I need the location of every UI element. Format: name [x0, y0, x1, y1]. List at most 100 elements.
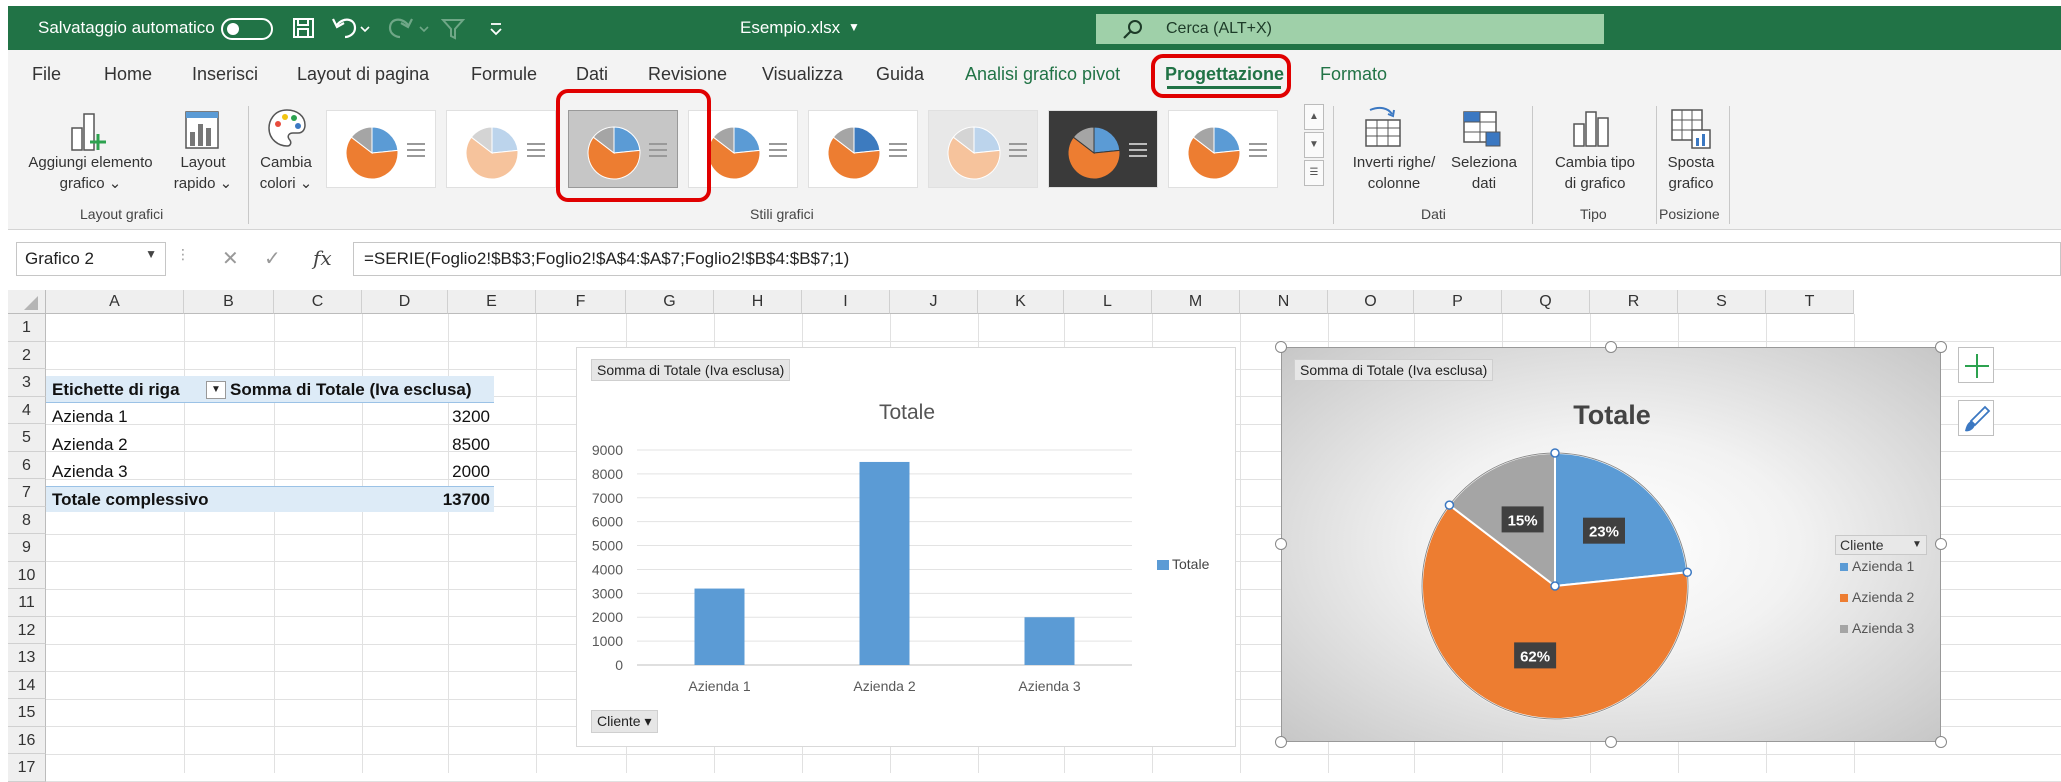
row-header[interactable]: 5 — [8, 424, 46, 452]
chart-style-thumbnail[interactable] — [1048, 110, 1158, 188]
pie-chart[interactable]: Somma di Totale (Iva esclusa) Totale 23%… — [1281, 347, 1941, 742]
column-header[interactable]: K — [978, 290, 1064, 314]
pie-data-label[interactable]: 15% — [1508, 512, 1538, 529]
row-header[interactable]: 3 — [8, 369, 46, 397]
cancel-icon[interactable]: ✕ — [222, 246, 239, 271]
chart-style-thumbnail[interactable] — [808, 110, 918, 188]
customize-toolbar-icon[interactable] — [488, 21, 504, 37]
series-selection-handle[interactable] — [1444, 500, 1455, 510]
row-header[interactable]: 13 — [8, 644, 46, 672]
column-header[interactable]: O — [1328, 290, 1414, 314]
gallery-scroll-up-button[interactable]: ▲ — [1304, 104, 1324, 130]
formula-input[interactable]: =SERIE(Foglio2!$B$3;Foglio2!$A$4:$A$7;Fo… — [353, 242, 2061, 276]
bar[interactable] — [1024, 617, 1075, 665]
bar[interactable] — [694, 588, 745, 665]
column-header[interactable]: N — [1240, 290, 1328, 314]
autosave-toggle[interactable] — [221, 18, 273, 40]
column-header[interactable]: L — [1064, 290, 1152, 314]
tab-insert[interactable]: Inserisci — [192, 64, 258, 85]
pivot-row-label[interactable]: Azienda 2 — [52, 435, 128, 455]
row-header[interactable]: 17 — [8, 754, 46, 782]
row-header[interactable]: 1 — [8, 314, 46, 342]
axis-field-button-cliente[interactable]: Cliente ▾ — [591, 710, 658, 733]
pivot-total-label[interactable]: Totale complessivo — [52, 490, 209, 510]
column-header[interactable]: F — [536, 290, 626, 314]
row-labels-filter-button[interactable]: ▼ — [206, 381, 226, 399]
resize-handle[interactable] — [1935, 538, 1947, 550]
move-chart-button[interactable]: Sposta grafico — [1658, 152, 1724, 194]
row-header[interactable]: 2 — [8, 341, 46, 369]
chart-style-thumbnail[interactable] — [446, 110, 556, 188]
change-chart-type-button[interactable]: Cambia tipo di grafico — [1540, 152, 1650, 194]
series-selection-handle[interactable] — [1550, 448, 1560, 458]
redo-icon[interactable] — [386, 15, 432, 41]
column-header[interactable]: Q — [1502, 290, 1590, 314]
row-header[interactable]: 15 — [8, 699, 46, 727]
pivot-row-value[interactable]: 3200 — [388, 407, 490, 427]
tab-home[interactable]: Home — [104, 64, 152, 85]
resize-handle[interactable] — [1935, 341, 1947, 353]
row-header[interactable]: 8 — [8, 506, 46, 534]
column-header[interactable]: H — [714, 290, 802, 314]
file-name-chevron-icon[interactable]: ▼ — [848, 20, 860, 34]
resize-handle[interactable] — [1605, 341, 1617, 353]
tab-page-layout[interactable]: Layout di pagina — [297, 64, 429, 85]
column-header[interactable]: C — [274, 290, 362, 314]
chart-style-thumbnail[interactable] — [1168, 110, 1278, 188]
change-colors-button[interactable]: Cambia colori ⌄ — [256, 152, 316, 194]
search-box[interactable]: Cerca (ALT+X) — [1096, 14, 1604, 44]
resize-handle[interactable] — [1935, 736, 1947, 748]
select-data-button[interactable]: Seleziona dati — [1446, 152, 1522, 194]
bar-legend-label[interactable]: Totale — [1172, 556, 1209, 572]
chart-styles-button[interactable] — [1958, 400, 1994, 436]
resize-handle[interactable] — [1605, 736, 1617, 748]
column-header[interactable]: A — [46, 290, 184, 314]
resize-handle[interactable] — [1275, 341, 1287, 353]
pie-legend-label[interactable]: Azienda 3 — [1852, 620, 1914, 636]
pivot-total-value[interactable]: 13700 — [388, 490, 490, 510]
insert-function-icon[interactable]: fx — [313, 246, 332, 270]
add-chart-element-button[interactable]: Aggiungi elemento grafico ⌄ — [18, 152, 163, 194]
save-icon[interactable] — [292, 17, 316, 39]
row-header[interactable]: 9 — [8, 534, 46, 562]
tab-help[interactable]: Guida — [876, 64, 924, 85]
tab-formulas[interactable]: Formule — [471, 64, 537, 85]
tab-view[interactable]: Visualizza — [762, 64, 843, 85]
pie-data-label[interactable]: 23% — [1589, 524, 1619, 541]
pivot-row-label[interactable]: Azienda 3 — [52, 462, 128, 482]
column-header[interactable]: R — [1590, 290, 1678, 314]
switch-row-column-button[interactable]: Inverti righe/ colonne — [1344, 152, 1444, 194]
column-header[interactable]: T — [1766, 290, 1854, 314]
pie-legend-label[interactable]: Azienda 2 — [1852, 589, 1914, 605]
pivot-row-value[interactable]: 2000 — [388, 462, 490, 482]
row-header[interactable]: 11 — [8, 589, 46, 617]
gallery-scroll-down-button[interactable]: ▼ — [1304, 132, 1324, 158]
column-header[interactable]: D — [362, 290, 448, 314]
chart-style-thumbnail[interactable] — [928, 110, 1038, 188]
name-box[interactable]: Grafico 2 ▼ — [16, 242, 166, 276]
column-header[interactable]: P — [1414, 290, 1502, 314]
column-header[interactable]: S — [1678, 290, 1766, 314]
quick-layout-button[interactable]: Layout rapido ⌄ — [168, 152, 238, 194]
enter-icon[interactable]: ✓ — [264, 246, 281, 271]
gallery-more-button[interactable]: ☰ — [1304, 160, 1324, 186]
pie-data-label[interactable]: 62% — [1520, 648, 1550, 665]
column-header[interactable]: J — [890, 290, 978, 314]
pivot-row-label[interactable]: Azienda 1 — [52, 407, 128, 427]
undo-icon[interactable] — [331, 15, 371, 41]
column-header[interactable]: G — [626, 290, 714, 314]
column-header[interactable]: E — [448, 290, 536, 314]
tab-review[interactable]: Revisione — [648, 64, 727, 85]
chart-style-thumbnail[interactable] — [326, 110, 436, 188]
row-header[interactable]: 10 — [8, 561, 46, 589]
tab-file[interactable]: File — [32, 64, 61, 85]
column-header[interactable]: M — [1152, 290, 1240, 314]
bar[interactable] — [859, 461, 910, 665]
legend-field-button-cliente[interactable]: Cliente ▼ — [1835, 535, 1927, 555]
row-header[interactable]: 4 — [8, 396, 46, 424]
tab-pivotchart-analyze[interactable]: Analisi grafico pivot — [965, 64, 1120, 85]
pivot-row-value[interactable]: 8500 — [388, 435, 490, 455]
row-header[interactable]: 12 — [8, 616, 46, 644]
row-header[interactable]: 6 — [8, 451, 46, 479]
tab-data[interactable]: Dati — [576, 64, 608, 85]
